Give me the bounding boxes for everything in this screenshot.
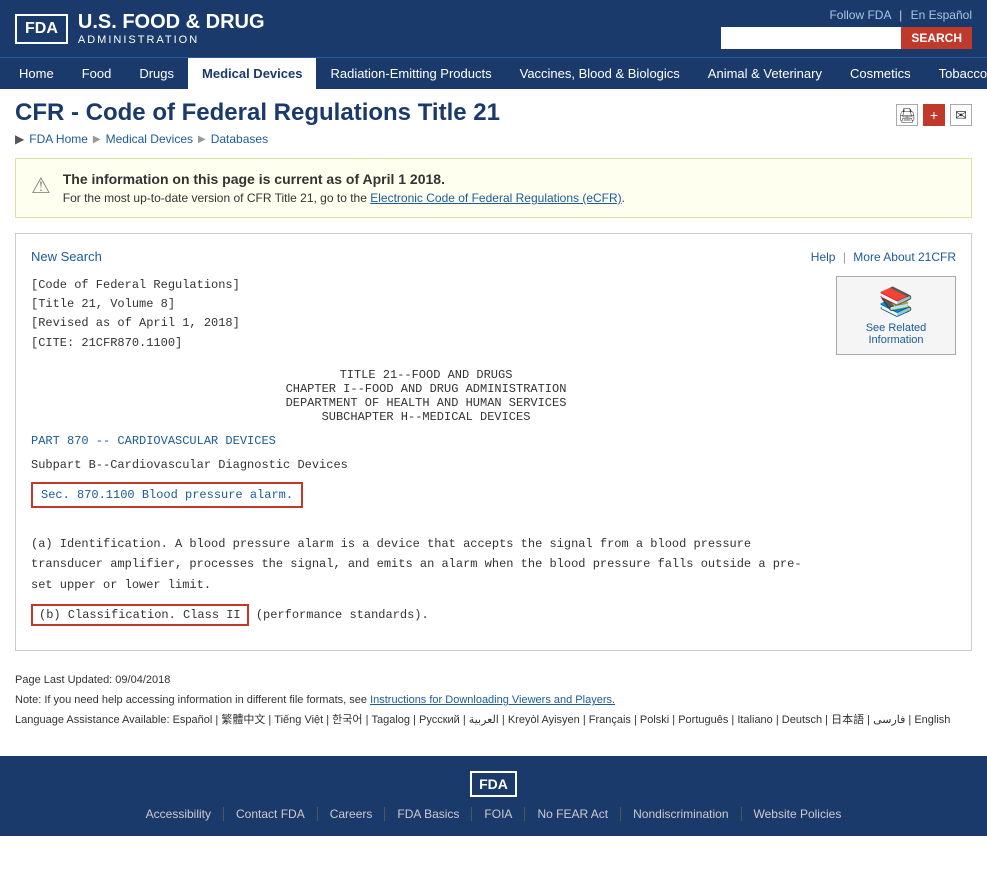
fda-title: U.S. FOOD & DRUG ADMINISTRATION (78, 11, 265, 46)
search-input[interactable] (721, 27, 901, 49)
breadcrumb-separator-1: ▶ (93, 134, 101, 145)
ecfr-link[interactable]: Electronic Code of Federal Regulations (… (370, 191, 621, 205)
books-icon: 📚 (845, 285, 947, 318)
warning-icon: ⚠ (31, 173, 51, 199)
action-icons: 🖨 + ✉ (896, 104, 972, 126)
breadcrumb-medical-devices[interactable]: Medical Devices (106, 132, 193, 146)
breadcrumb-fda-home[interactable]: FDA Home (29, 132, 88, 146)
nav-item-home[interactable]: Home (5, 58, 68, 89)
footer-foia[interactable]: FOIA (472, 807, 525, 821)
header-right: Follow FDA | En Español SEARCH (721, 8, 972, 49)
fda-title-main: U.S. FOOD & DRUG (78, 11, 265, 34)
footer-contact-fda[interactable]: Contact FDA (224, 807, 318, 821)
site-header: FDA U.S. FOOD & DRUG ADMINISTRATION Foll… (0, 0, 987, 57)
footer-fda-logo: FDA (470, 771, 517, 797)
cfr-toolbar: New Search Help | More About 21CFR (31, 249, 956, 264)
en-espanol-link[interactable]: En Español (911, 8, 972, 22)
new-search-link[interactable]: New Search (31, 249, 102, 264)
cfr-section-box: Sec. 870.1100 Blood pressure alarm. (31, 482, 303, 508)
help-links: Help | More About 21CFR (811, 250, 956, 264)
search-bar: SEARCH (721, 27, 972, 49)
cfr-subpart: Subpart B--Cardiovascular Diagnostic Dev… (31, 458, 821, 472)
fda-badge: FDA (15, 14, 68, 44)
breadcrumb-separator-2: ▶ (198, 134, 206, 145)
nav-item-medical-devices[interactable]: Medical Devices (188, 58, 316, 89)
footer-nondiscrimination[interactable]: Nondiscrimination (621, 807, 741, 821)
language-line: Language Assistance Available: Español |… (15, 711, 972, 731)
note-link[interactable]: Instructions for Downloading Viewers and… (370, 694, 615, 706)
help-link[interactable]: Help (811, 250, 836, 264)
footer-fda-badge: FDA (470, 771, 517, 797)
note-text: Note: If you need help accessing informa… (15, 694, 367, 706)
footer-careers[interactable]: Careers (318, 807, 386, 821)
footer-fda-basics[interactable]: FDA Basics (385, 807, 472, 821)
main-nav: Home Food Drugs Medical Devices Radiatio… (0, 57, 987, 89)
related-info: 📚 See Related Information (836, 276, 956, 635)
fda-logo: FDA U.S. FOOD & DRUG ADMINISTRATION (15, 11, 265, 46)
footer-info: Page Last Updated: 09/04/2018 Note: If y… (15, 671, 972, 730)
print-icon[interactable]: 🖨 (896, 104, 918, 126)
nav-item-radiation[interactable]: Radiation-Emitting Products (316, 58, 505, 89)
nav-item-tobacco[interactable]: Tobacco Products (925, 58, 987, 89)
related-info-label: See Related Information (845, 322, 947, 346)
breadcrumb-databases[interactable]: Databases (211, 132, 268, 146)
footer-website-policies[interactable]: Website Policies (742, 807, 854, 821)
note-line: Note: If you need help accessing informa… (15, 691, 972, 711)
breadcrumb-arrow-icon: ▶ (15, 132, 24, 146)
header-links: Follow FDA | En Español (829, 8, 972, 22)
cfr-body-text: (a) Identification. A blood pressure ala… (31, 534, 821, 595)
cfr-classification-end: (performance standards). (256, 608, 429, 622)
bookmark-icon[interactable]: + (923, 104, 945, 126)
last-updated: Page Last Updated: 09/04/2018 (15, 671, 972, 691)
footer-bar: FDA Accessibility Contact FDA Careers FD… (0, 756, 987, 836)
main-content: 🖨 + ✉ CFR - Code of Federal Regulations … (0, 89, 987, 756)
cfr-classification: (b) Classification. Class II (performanc… (31, 605, 821, 625)
cfr-part: PART 870 -- CARDIOVASCULAR DEVICES (31, 434, 821, 448)
warning-text: The information on this page is current … (63, 171, 625, 205)
footer-accessibility[interactable]: Accessibility (134, 807, 224, 821)
footer-no-fear-act[interactable]: No FEAR Act (525, 807, 621, 821)
language-list: Español | 繁體中文 | Tiếng Việt | 한국어 | Taga… (173, 714, 951, 726)
search-button[interactable]: SEARCH (901, 27, 972, 49)
cfr-part-link[interactable]: PART 870 -- CARDIOVASCULAR DEVICES (31, 434, 276, 448)
cfr-title-line3: DEPARTMENT OF HEALTH AND HUMAN SERVICES (31, 396, 821, 410)
cfr-title-line4: SUBCHAPTER H--MEDICAL DEVICES (31, 410, 821, 424)
divider: | (843, 250, 846, 264)
fda-title-sub: ADMINISTRATION (78, 34, 265, 46)
cfr-meta-line1: [Code of Federal Regulations] (31, 276, 821, 295)
cfr-section-container: Sec. 870.1100 Blood pressure alarm. (31, 482, 821, 520)
warning-body: For the most up-to-date version of CFR T… (63, 191, 625, 205)
cfr-container: New Search Help | More About 21CFR [Code… (15, 233, 972, 651)
nav-item-cosmetics[interactable]: Cosmetics (836, 58, 925, 89)
cfr-title-block: TITLE 21--FOOD AND DRUGS CHAPTER I--FOOD… (31, 368, 821, 424)
nav-item-vaccines[interactable]: Vaccines, Blood & Biologics (506, 58, 694, 89)
warning-title: The information on this page is current … (63, 171, 445, 187)
warning-box: ⚠ The information on this page is curren… (15, 158, 972, 218)
divider: | (899, 8, 902, 22)
nav-item-animal[interactable]: Animal & Veterinary (694, 58, 836, 89)
cfr-meta-line3: [Revised as of April 1, 2018] (31, 314, 821, 333)
follow-fda-link[interactable]: Follow FDA (829, 8, 890, 22)
cfr-meta: [Code of Federal Regulations] [Title 21,… (31, 276, 821, 353)
cfr-title-line1: TITLE 21--FOOD AND DRUGS (31, 368, 821, 382)
nav-item-food[interactable]: Food (68, 58, 126, 89)
cfr-meta-line4: [CITE: 21CFR870.1100] (31, 334, 821, 353)
related-info-button[interactable]: 📚 See Related Information (836, 276, 956, 355)
page-title: CFR - Code of Federal Regulations Title … (15, 99, 972, 127)
cfr-main: [Code of Federal Regulations] [Title 21,… (31, 276, 821, 635)
language-label: Language Assistance Available: (15, 714, 170, 726)
cfr-section-link[interactable]: Sec. 870.1100 Blood pressure alarm. (41, 488, 293, 502)
cfr-class-box: (b) Classification. Class II (31, 604, 249, 626)
footer-links: Accessibility Contact FDA Careers FDA Ba… (134, 807, 854, 821)
nav-item-drugs[interactable]: Drugs (125, 58, 188, 89)
more-about-link[interactable]: More About 21CFR (853, 250, 956, 264)
cfr-title-line2: CHAPTER I--FOOD AND DRUG ADMINISTRATION (31, 382, 821, 396)
email-icon[interactable]: ✉ (950, 104, 972, 126)
breadcrumb: ▶ FDA Home ▶ Medical Devices ▶ Databases (15, 132, 972, 146)
cfr-meta-line2: [Title 21, Volume 8] (31, 295, 821, 314)
cfr-body: [Code of Federal Regulations] [Title 21,… (31, 276, 956, 635)
